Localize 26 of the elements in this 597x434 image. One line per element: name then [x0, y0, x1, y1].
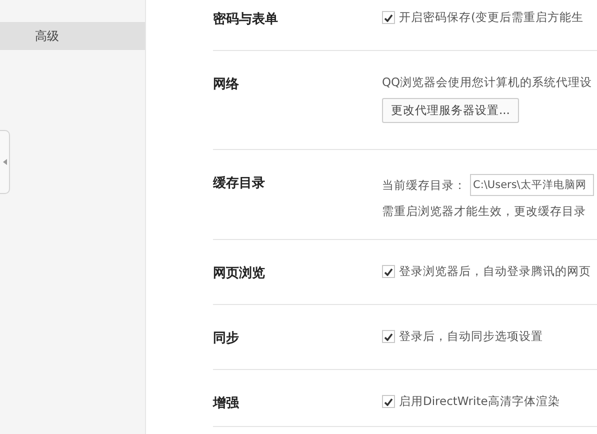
checkmark-icon — [384, 398, 393, 406]
proxy-settings-button[interactable]: 更改代理服务器设置... — [382, 98, 519, 123]
checkbox[interactable] — [382, 11, 395, 24]
description-text: QQ浏览器会使用您计算机的系统代理设 — [382, 75, 592, 90]
section-title: 同步 — [213, 330, 240, 347]
cache-path-field[interactable]: C:\Users\太平洋电脑网 — [470, 174, 594, 196]
section-title: 网络 — [213, 76, 240, 94]
checkmark-icon — [384, 332, 393, 340]
description-text: 需重启浏览器才能生效，更改缓存目录 — [382, 204, 587, 219]
checkbox-label: 登录后，自动同步选项设置 — [399, 329, 543, 344]
checkbox[interactable] — [382, 395, 395, 408]
checkbox-label: 登录浏览器后，自动登录腾讯的网页 — [399, 264, 591, 279]
sidebar-item[interactable]: 高级 — [0, 22, 145, 50]
checkbox-label: 开启密码保存(变更后需重启方能生 — [399, 10, 584, 25]
section-title: 缓存目录 — [213, 175, 266, 193]
checkmark-icon — [384, 268, 393, 276]
section-title: 增强 — [213, 395, 240, 412]
section-title: 密码与表单 — [213, 10, 279, 28]
section-title: 网页浏览 — [213, 264, 266, 282]
checkmark-icon — [384, 14, 393, 22]
checkbox[interactable] — [382, 265, 395, 278]
checkbox-label: 启用DirectWrite高清字体渲染 — [399, 394, 560, 409]
checkbox[interactable] — [382, 330, 395, 343]
caret-icon — [2, 159, 6, 165]
field-label: 当前缓存目录： — [382, 178, 466, 192]
collapse-handle[interactable] — [0, 130, 10, 194]
